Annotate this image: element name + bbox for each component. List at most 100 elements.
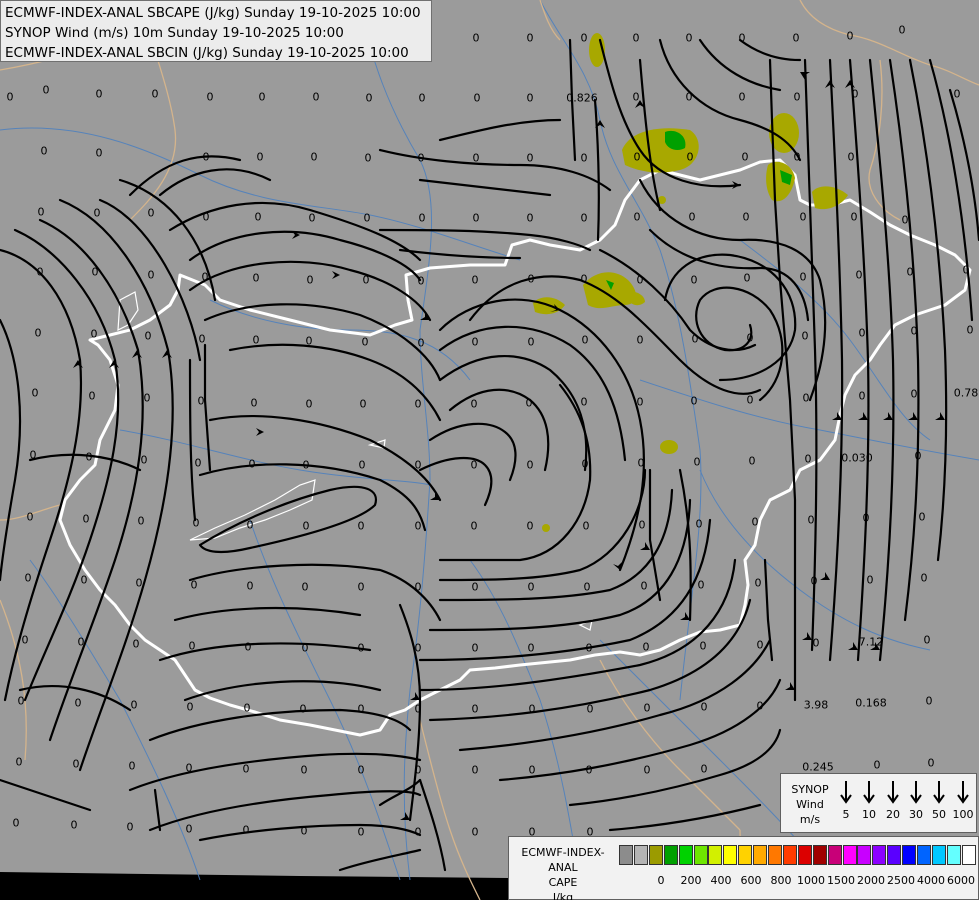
cape-value: 0 (188, 639, 196, 653)
cape-value: 0 (190, 578, 198, 592)
cape-value: 0 (586, 702, 594, 716)
wind-legend-item: 5 (835, 778, 857, 821)
cape-value: 0 (185, 761, 193, 775)
cape-value: 0.826 (566, 91, 598, 105)
cape-value: 0 (580, 31, 588, 45)
cape-value: 0 (301, 641, 309, 655)
wind-legend-item: 100 (952, 778, 974, 821)
cape-value: 0 (700, 762, 708, 776)
cape-value: 0 (966, 323, 974, 337)
cape-value: 0 (812, 636, 820, 650)
cape-value: 0 (82, 512, 90, 526)
cape-scale-label: 2500 (887, 874, 915, 887)
cape-value: 0 (243, 701, 251, 715)
cape-scale-label: 1000 (797, 874, 825, 887)
cape-value: 0 (748, 454, 756, 468)
cape-value: 0 (201, 270, 209, 284)
cape-value: 0 (525, 396, 533, 410)
cape-swatch (678, 845, 693, 865)
cape-legend-title: ECMWF-INDEX-ANAL CAPE J/kg (511, 845, 615, 900)
cape-value: 0 (417, 336, 425, 350)
cape-value: 0 (799, 210, 807, 224)
cape-swatch (738, 845, 753, 865)
cape-swatch (872, 845, 887, 865)
cape-value: 0 (242, 762, 250, 776)
cape-legend-title-line1: ECMWF-INDEX-ANAL (521, 846, 605, 874)
wind-speed-label: 100 (952, 808, 974, 821)
cape-value: 0 (24, 571, 32, 585)
wind-arrow-icon (887, 781, 899, 804)
cape-value: 0 (526, 31, 534, 45)
cape-value: 0 (906, 265, 914, 279)
cape-value: 0 (633, 210, 641, 224)
wind-legend-title: SYNOP Wind m/s (785, 782, 835, 827)
cape-value: 0 (301, 580, 309, 594)
cape-value: 0 (756, 699, 764, 713)
cape-value: 0 (17, 694, 25, 708)
cape-value: 0 (26, 510, 34, 524)
cape-value: 0 (804, 452, 812, 466)
cape-value: 0 (866, 573, 874, 587)
cape-value: 0 (526, 458, 534, 472)
cape-value: 0 (29, 448, 37, 462)
cape-value: 0 (12, 816, 20, 830)
cape-value: 0 (130, 698, 138, 712)
cape-value: 0 (581, 457, 589, 471)
cape-value: 0 (801, 329, 809, 343)
wind-legend-title-line1: SYNOP (791, 783, 829, 796)
cape-value: 0 (846, 29, 854, 43)
cape-value: 0 (242, 823, 250, 837)
wind-arrow-icon (840, 781, 852, 804)
cape-value: 0 (299, 702, 307, 716)
cape-scale-label: 0 (657, 874, 665, 887)
cape-value: 0 (21, 633, 29, 647)
cape-value: 0 (471, 273, 479, 287)
cape-value: 0 (847, 150, 855, 164)
cape-value: 0 (691, 332, 699, 346)
cape-value: 0 (472, 31, 480, 45)
cape-value: 0 (528, 702, 536, 716)
cape-value: 0 (636, 333, 644, 347)
cape-value: 0 (95, 87, 103, 101)
cape-value: 0 (362, 273, 370, 287)
cape-value: 0 (248, 457, 256, 471)
cape-value: 0 (300, 763, 308, 777)
cape-value: 0 (77, 635, 85, 649)
cape-value: 0 (799, 270, 807, 284)
cape-value: 0 (305, 334, 313, 348)
cape-scale-label: 400 (710, 874, 732, 887)
cape-value: 0 (151, 87, 159, 101)
cape-value: 0 (128, 759, 136, 773)
cape-swatch (723, 845, 738, 865)
cape-value: 0 (686, 150, 694, 164)
cape-value: 0 (690, 273, 698, 287)
cape-value: 0 (756, 638, 764, 652)
cape-value: 0 (953, 87, 961, 101)
cape-value: 0 (636, 395, 644, 409)
cape-value: 0 (357, 763, 365, 777)
wind-legend-title-line3: m/s (799, 813, 821, 826)
cape-value: 0 (192, 516, 200, 530)
cape-value: 0 (417, 151, 425, 165)
cape-value: 0 (862, 511, 870, 525)
cape-swatch (619, 845, 633, 865)
cape-scale-label: 4000 (917, 874, 945, 887)
cape-value: 0 (305, 397, 313, 411)
cape-swatch (961, 845, 976, 865)
cape-value: 0 (88, 389, 96, 403)
cape-value: 0 (72, 757, 80, 771)
title-sbcin: ECMWF-INDEX-ANAL SBCIN (J/kg) Sunday 19-… (5, 45, 409, 61)
cape-value: 0 (312, 90, 320, 104)
cape-value: 0 (632, 31, 640, 45)
cape-value: 0 (580, 395, 588, 409)
cape-scale-label: 600 (740, 874, 762, 887)
cape-value: 0 (695, 517, 703, 531)
cape-value: 0 (252, 271, 260, 285)
cape-value: 0 (42, 83, 50, 97)
cape-value: 0 (802, 391, 810, 405)
cape-value: 0 (741, 150, 749, 164)
cape-value: 0 (470, 397, 478, 411)
cape-value: 0 (300, 824, 308, 838)
cape-value: 0 (746, 393, 754, 407)
cape-value: 0 (927, 756, 935, 770)
